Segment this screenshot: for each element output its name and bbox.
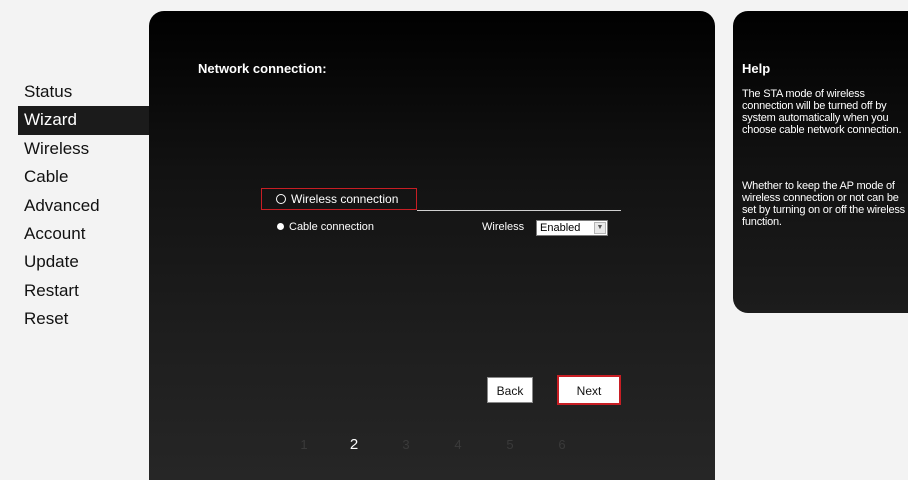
radio-selected-icon[interactable]	[276, 193, 286, 204]
step-3: 3	[402, 437, 410, 452]
option-divider	[417, 210, 621, 211]
wireless-connection-label: Wireless connection	[291, 192, 399, 206]
help-title: Help	[742, 61, 771, 76]
wizard-panel: Network connection: Wireless connection …	[149, 11, 715, 480]
help-panel: Help The STA mode of wireless connection…	[733, 11, 908, 313]
radio-unselected-icon[interactable]	[277, 222, 284, 230]
step-5: 5	[506, 437, 514, 452]
sidebar-item-restart[interactable]: Restart	[18, 277, 166, 305]
step-6: 6	[558, 437, 566, 452]
help-paragraph-1: The STA mode of wireless connection will…	[742, 88, 902, 136]
cable-connection-label: Cable connection	[289, 221, 375, 233]
help-paragraph-2: Whether to keep the AP mode of wireless …	[742, 180, 905, 228]
sidebar-item-update[interactable]: Update	[18, 248, 166, 276]
sidebar-item-cable[interactable]: Cable	[18, 163, 166, 191]
sidebar-item-reset[interactable]: Reset	[18, 305, 166, 333]
step-1: 1	[300, 437, 308, 452]
wireless-connection-option[interactable]: Wireless connection	[261, 188, 417, 210]
sidebar-item-status[interactable]: Status	[18, 78, 166, 106]
next-button[interactable]: Next	[557, 375, 621, 405]
sidebar-nav: Status Wizard Wireless Cable Advanced Ac…	[18, 78, 166, 334]
page-title: Network connection:	[198, 61, 327, 76]
wireless-select[interactable]: Enabled ▼	[536, 220, 608, 236]
sidebar-item-wizard[interactable]: Wizard	[18, 106, 166, 135]
chevron-down-icon[interactable]: ▼	[594, 222, 606, 234]
sidebar-item-wireless[interactable]: Wireless	[18, 135, 166, 163]
cable-connection-option[interactable]: Cable connection	[277, 221, 374, 233]
step-2-current: 2	[349, 436, 359, 453]
back-button[interactable]: Back	[487, 377, 533, 403]
wireless-select-value: Enabled	[540, 222, 581, 234]
sidebar-item-advanced[interactable]: Advanced	[18, 192, 166, 220]
wireless-select-label: Wireless	[482, 221, 525, 233]
sidebar-item-account[interactable]: Account	[18, 220, 166, 248]
step-4: 4	[454, 437, 462, 452]
